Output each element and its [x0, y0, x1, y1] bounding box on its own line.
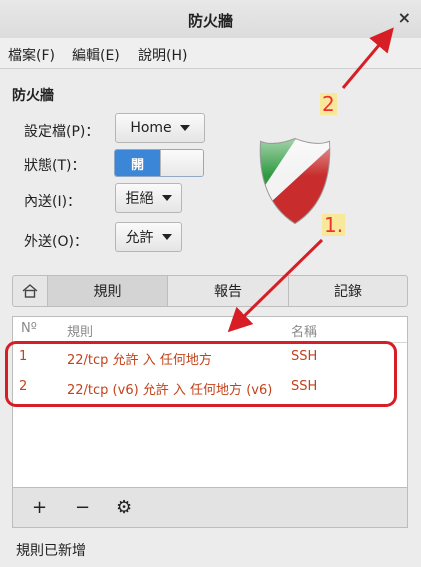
column-number[interactable]: Nº	[21, 321, 37, 336]
profile-dropdown[interactable]: Home	[115, 113, 205, 143]
table-header: Nº 規則 名稱	[13, 317, 407, 343]
menu-edit[interactable]: 編輯(E)	[72, 45, 120, 65]
annotation-step-one: 1.	[322, 213, 346, 237]
status-label: 狀態(T)：	[24, 158, 86, 174]
incoming-value: 拒絕	[125, 191, 154, 207]
chevron-down-icon	[161, 234, 172, 240]
menu-help[interactable]: 說明(H)	[138, 45, 187, 65]
window-title: 防火牆	[187, 12, 233, 30]
tab-report[interactable]: 報告	[167, 276, 288, 306]
outgoing-dropdown[interactable]: 允許	[115, 222, 182, 252]
titlebar: 防火牆 ×	[0, 0, 421, 39]
column-rule[interactable]: 規則	[67, 321, 93, 340]
tab-home[interactable]	[13, 276, 47, 306]
menubar: 檔案(F) 編輯(E) 說明(H)	[0, 38, 421, 69]
incoming-dropdown[interactable]: 拒絕	[115, 183, 182, 213]
menu-file[interactable]: 檔案(F)	[8, 45, 55, 65]
column-name[interactable]: 名稱	[291, 321, 317, 340]
home-icon	[22, 284, 38, 298]
close-icon[interactable]: ×	[398, 8, 411, 27]
status-on-label: 開	[115, 150, 160, 176]
profile-label: 設定檔(P)：	[24, 124, 100, 140]
outgoing-label: 外送(O)：	[24, 234, 88, 250]
status-message: 規則已新增	[16, 543, 86, 559]
profile-value: Home	[130, 120, 172, 136]
chevron-down-icon	[161, 195, 172, 201]
rule-settings-button[interactable]: ⚙	[116, 497, 132, 518]
tab-rules[interactable]: 規則	[47, 276, 167, 306]
toggle-knob	[160, 150, 203, 176]
annotation-step-two: 2	[320, 92, 337, 116]
add-rule-button[interactable]: +	[32, 497, 47, 518]
tab-log[interactable]: 記錄	[288, 276, 407, 306]
rows-highlight-box	[5, 341, 397, 407]
section-title: 防火牆	[12, 88, 54, 104]
remove-rule-button[interactable]: −	[75, 497, 90, 518]
rules-toolbar: + − ⚙	[12, 488, 408, 528]
status-toggle[interactable]: 開	[114, 149, 204, 177]
firewall-shield-icon	[259, 137, 331, 225]
incoming-label: 內送(I)：	[24, 194, 82, 210]
chevron-down-icon	[179, 125, 190, 131]
tab-bar: 規則 報告 記錄	[12, 275, 408, 307]
outgoing-value: 允許	[125, 230, 154, 246]
